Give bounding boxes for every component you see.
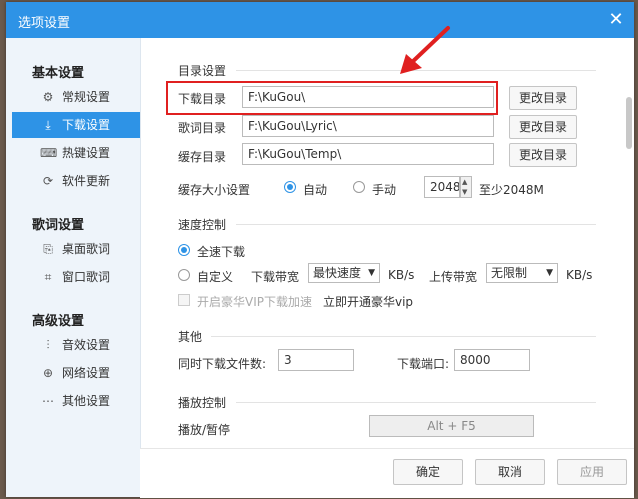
download-bandwidth-label: 下载带宽: [251, 270, 300, 284]
highlight-box: [166, 81, 498, 115]
window-title: 选项设置: [18, 16, 71, 31]
vip-boost-label: 开启豪华VIP下载加速: [197, 295, 312, 309]
vip-boost-checkbox[interactable]: [178, 294, 190, 306]
cache-auto-radio[interactable]: [284, 181, 296, 193]
keyboard-icon: ⌨: [40, 146, 58, 160]
divider: [211, 336, 596, 337]
download-icon: ⤓: [45, 118, 51, 132]
upload-bandwidth-label: 上传带宽: [429, 270, 478, 284]
section-basic: 基本设置: [32, 66, 85, 81]
sidebar-item-label: 窗口歌词: [62, 270, 111, 284]
group-title-other: 其他: [178, 330, 203, 344]
group-title-playback: 播放控制: [178, 396, 227, 410]
unit-label: KB/s: [388, 268, 415, 282]
lyric-dir-label: 歌词目录: [178, 121, 227, 135]
gear-icon: ⚙: [42, 90, 54, 104]
more-icon: ⋯: [42, 394, 54, 408]
sidebar-item-general[interactable]: ⚙ 常规设置: [12, 84, 140, 110]
globe-icon: ⊕: [42, 366, 54, 380]
concurrent-downloads-label: 同时下载文件数:: [178, 357, 267, 371]
lyric-dir-field[interactable]: F:\KuGou\Lyric\: [242, 115, 494, 137]
change-download-dir-button[interactable]: 更改目录: [509, 86, 577, 110]
cache-dir-field[interactable]: F:\KuGou\Temp\: [242, 143, 494, 165]
concurrent-downloads-input[interactable]: 3: [278, 349, 354, 371]
sidebar-item-network[interactable]: ⊕ 网络设置: [12, 360, 140, 386]
sidebar-item-label: 网络设置: [62, 366, 111, 380]
cache-dir-label: 缓存目录: [178, 150, 227, 164]
sidebar-item-hotkey[interactable]: ⌨ 热键设置: [12, 140, 140, 166]
full-speed-radio[interactable]: [178, 244, 190, 256]
annotation-arrow-icon: [400, 26, 450, 74]
sidebar-item-label: 软件更新: [62, 174, 111, 188]
sidebar-item-sound[interactable]: ⫶ 音效设置: [12, 332, 140, 358]
download-bandwidth-value: 最快速度: [313, 266, 362, 280]
window-lyric-icon: ⌗: [44, 270, 52, 284]
cache-size-input[interactable]: 2048: [424, 176, 460, 198]
sidebar-item-label: 常规设置: [62, 90, 111, 104]
group-title-directory: 目录设置: [178, 64, 227, 78]
chevron-down-icon: ▼: [546, 268, 553, 278]
vip-link[interactable]: 立即开通豪华vip: [323, 293, 413, 310]
divider: [236, 402, 596, 403]
cache-manual-label: 手动: [372, 183, 397, 197]
unit-label: KB/s: [566, 268, 593, 282]
upload-bandwidth-value: 无限制: [491, 266, 528, 280]
download-port-input[interactable]: 8000: [454, 349, 530, 371]
cache-manual-radio[interactable]: [353, 181, 365, 193]
sidebar-item-update[interactable]: ⟳ 软件更新: [12, 168, 140, 194]
cache-auto-label: 自动: [303, 183, 328, 197]
sidebar-item-label: 热键设置: [62, 146, 111, 160]
change-lyric-dir-button[interactable]: 更改目录: [509, 115, 577, 139]
sidebar-item-window-lyric[interactable]: ⌗ 窗口歌词: [12, 264, 140, 290]
custom-speed-label: 自定义: [197, 270, 234, 284]
close-icon[interactable]: ✕: [606, 10, 626, 30]
cancel-button[interactable]: 取消: [475, 459, 545, 485]
title-bar: 选项设置 ✕: [6, 2, 634, 38]
cache-size-label: 缓存大小设置: [178, 183, 251, 197]
dialog-footer: 确定 取消 应用: [140, 448, 634, 498]
group-title-speed: 速度控制: [178, 218, 227, 232]
sidebar-item-label: 其他设置: [62, 394, 111, 408]
apply-button[interactable]: 应用: [557, 459, 627, 485]
divider: [236, 224, 596, 225]
sidebar-item-label: 下载设置: [62, 118, 111, 132]
sidebar-item-label: 桌面歌词: [62, 242, 111, 256]
custom-speed-radio[interactable]: [178, 269, 190, 281]
section-advanced: 高级设置: [32, 314, 85, 329]
sidebar-item-download[interactable]: ⤓ 下载设置: [12, 112, 140, 138]
sidebar-item-other[interactable]: ⋯ 其他设置: [12, 388, 140, 414]
play-pause-hotkey-field[interactable]: Alt + F5: [369, 415, 534, 437]
chevron-down-icon: ▼: [368, 268, 375, 278]
sidebar-item-desktop-lyric[interactable]: ⎘ 桌面歌词: [12, 236, 140, 262]
section-lyrics: 歌词设置: [32, 218, 85, 233]
full-speed-label: 全速下载: [197, 245, 246, 259]
options-dialog: 选项设置 ✕ 基本设置 ⚙ 常规设置 ⤓ 下载设置 ⌨ 热键设置 ⟳ 软件更新 …: [6, 2, 634, 498]
sidebar-item-label: 音效设置: [62, 338, 111, 352]
download-port-label: 下载端口:: [397, 357, 450, 371]
equalizer-icon: ⫶: [46, 338, 50, 352]
play-pause-label: 播放/暂停: [178, 423, 231, 437]
upload-bandwidth-select[interactable]: 无限制 ▼: [486, 263, 558, 283]
sidebar: 基本设置 ⚙ 常规设置 ⤓ 下载设置 ⌨ 热键设置 ⟳ 软件更新 歌词设置 ⎘ …: [6, 38, 141, 497]
change-cache-dir-button[interactable]: 更改目录: [509, 143, 577, 167]
scrollbar[interactable]: [626, 42, 634, 452]
refresh-icon: ⟳: [42, 174, 54, 188]
ok-button[interactable]: 确定: [393, 459, 463, 485]
download-bandwidth-select[interactable]: 最快速度 ▼: [308, 263, 380, 283]
scrollbar-thumb[interactable]: [626, 97, 632, 149]
cache-size-stepper[interactable]: ▲ ▼: [460, 176, 472, 198]
desktop-lyric-icon: ⎘: [43, 242, 53, 256]
cache-min-note: 至少2048M: [479, 183, 544, 197]
